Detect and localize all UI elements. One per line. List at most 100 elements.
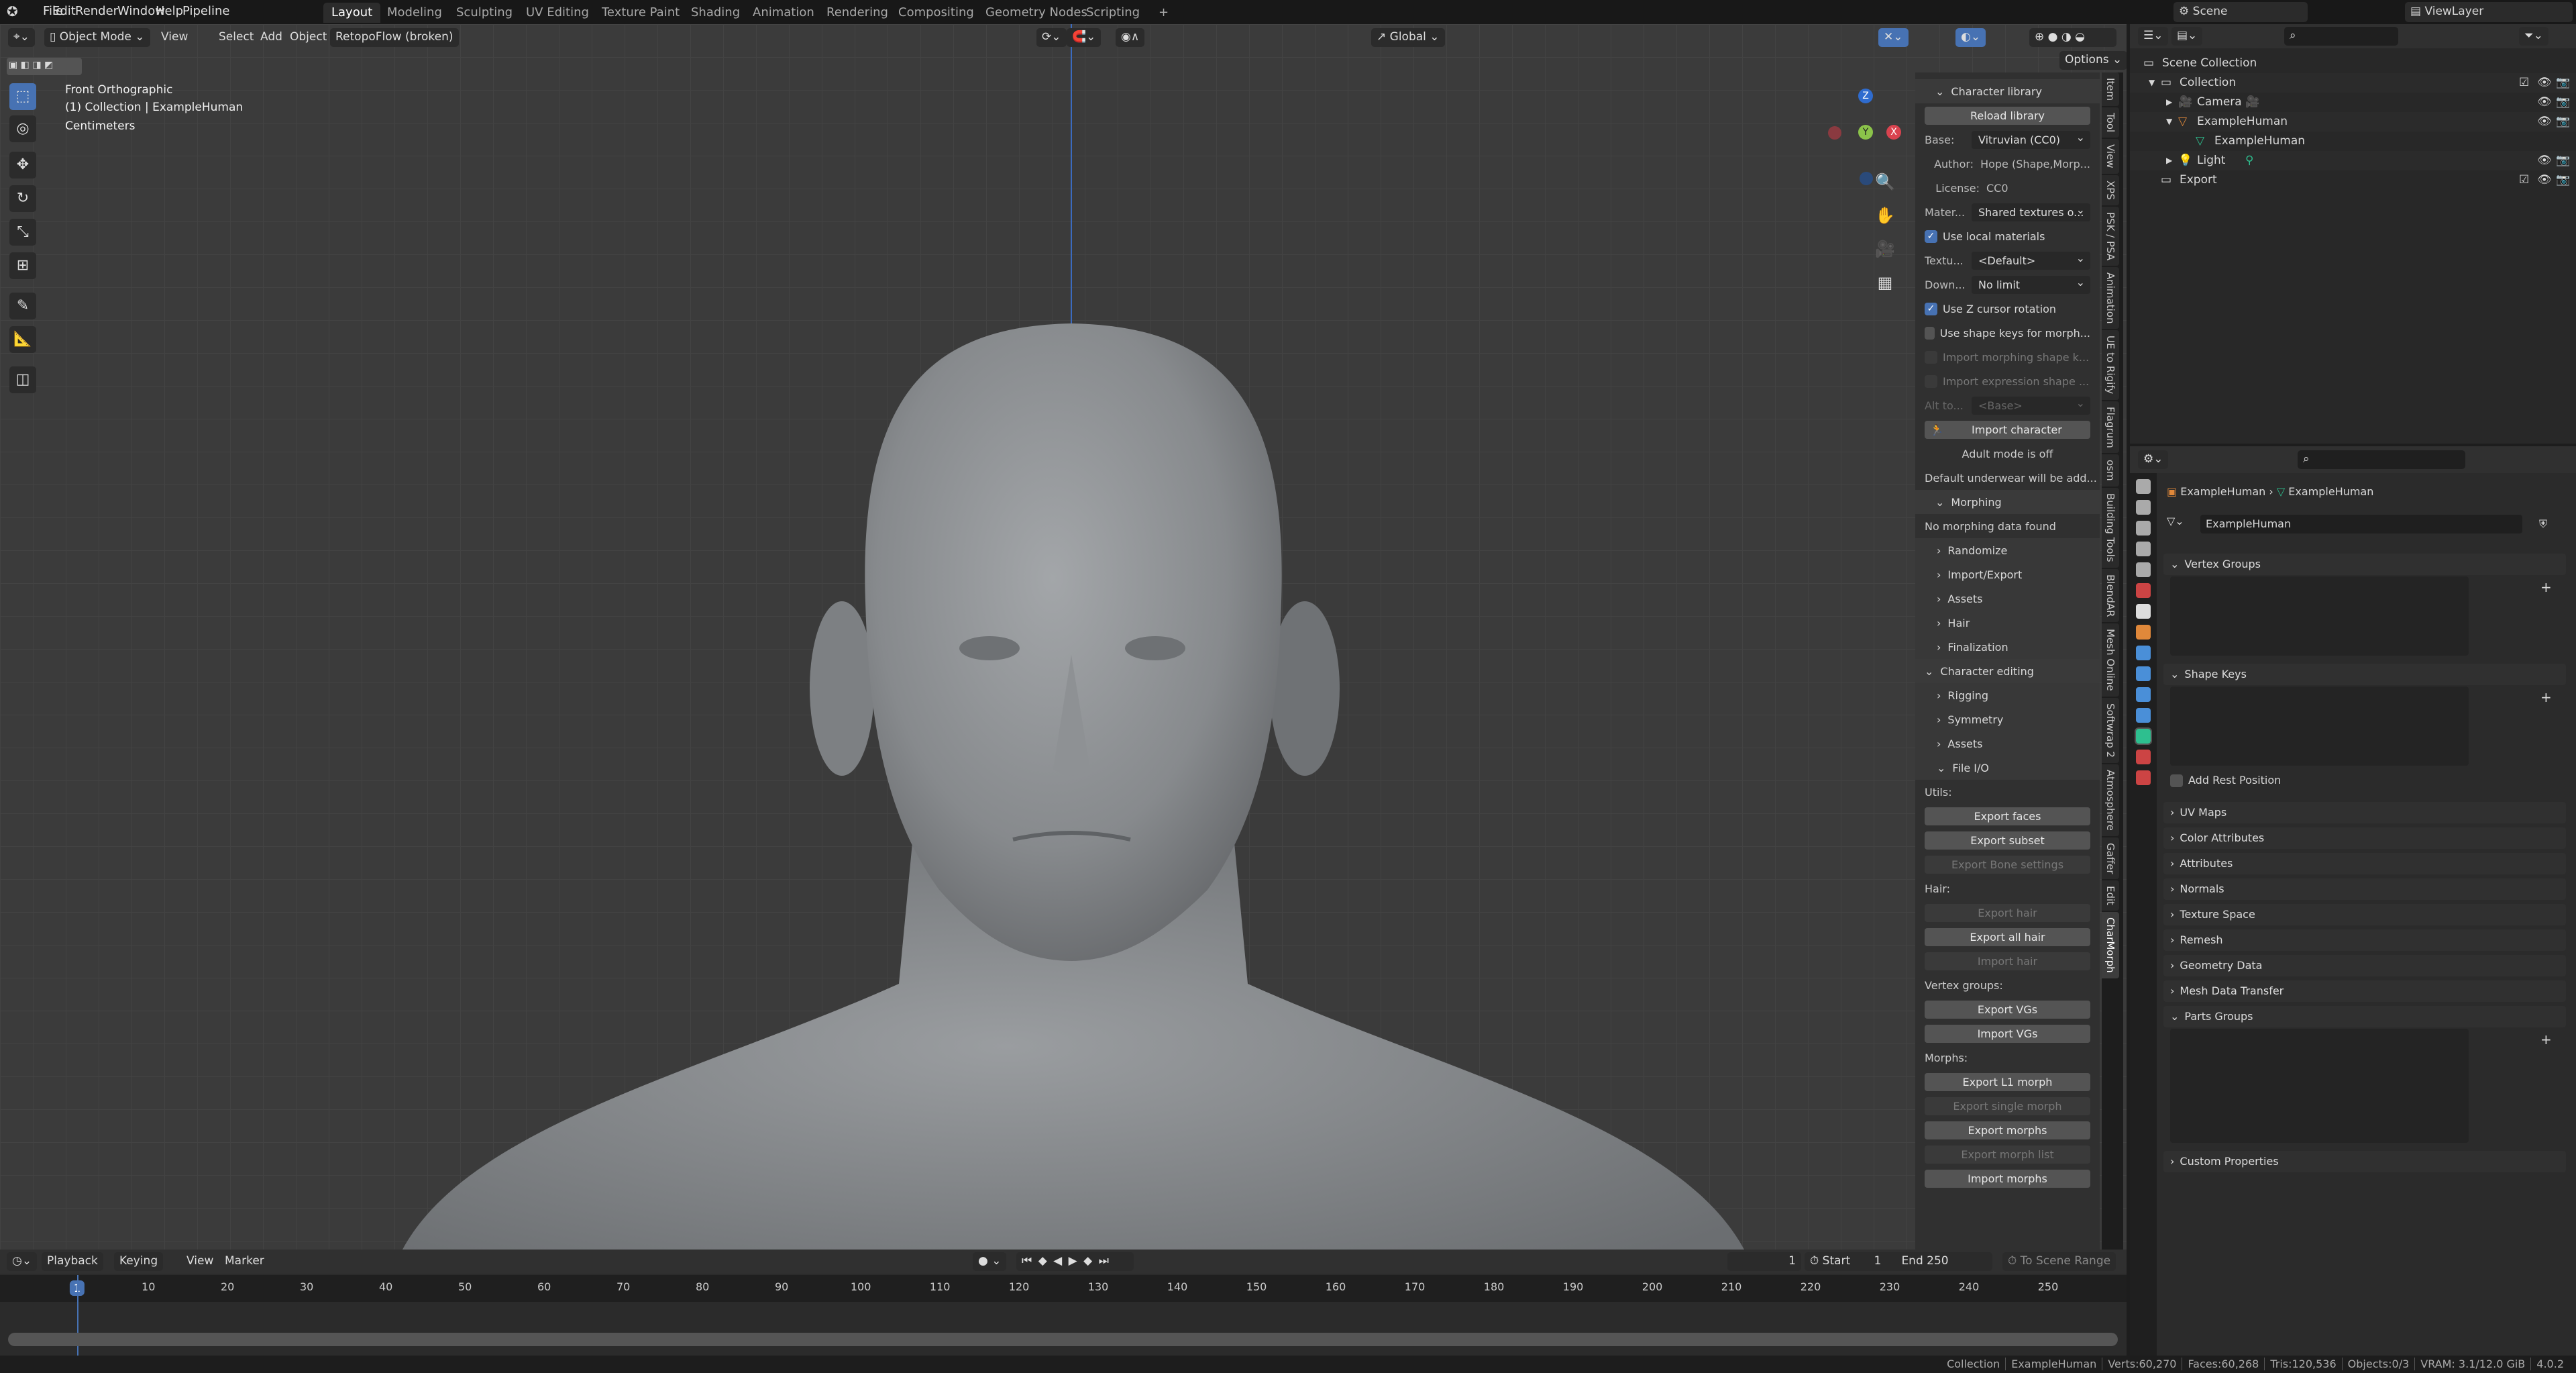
gizmo-neg-z[interactable] xyxy=(1860,172,1873,185)
disclosure-expanded-icon[interactable]: ▼ xyxy=(2166,112,2172,132)
subpanel-rigging[interactable]: › Rigging xyxy=(1915,683,2100,707)
texture-tab-icon[interactable] xyxy=(2136,770,2151,785)
sidebar-tab-softwrap-2[interactable]: Softwrap 2 xyxy=(2102,697,2119,763)
reload-library-button[interactable]: Reload library xyxy=(1925,106,2090,125)
sidebar-tab-item[interactable]: Item xyxy=(2102,72,2119,107)
checkbox[interactable]: ✓ xyxy=(1925,230,1937,243)
tab-animation[interactable]: Animation xyxy=(745,3,822,23)
import-character-button[interactable]: 🏃 Import character xyxy=(1925,420,2090,439)
viewport-menu-select[interactable]: Select xyxy=(213,28,259,47)
panel-header-character-library[interactable]: ⌄ Character library xyxy=(1915,79,2100,103)
timeline-menu-marker[interactable]: Marker xyxy=(219,1252,270,1271)
playback-controls[interactable]: ⏮ ◆ ◀ ▶ ◆ ⏭ xyxy=(1016,1252,1134,1271)
auto-keying-toggle[interactable]: ● ⌄ xyxy=(973,1252,1007,1271)
sidebar-tab-charmorph[interactable]: CharMorph xyxy=(2102,912,2119,978)
object-tab-icon[interactable] xyxy=(2136,625,2151,640)
mesh-data-name-field[interactable]: ExampleHuman xyxy=(2200,515,2522,533)
physics-tab-icon[interactable] xyxy=(2136,687,2151,702)
checkbox[interactable] xyxy=(1925,374,1937,388)
sidebar-tab-tool[interactable]: Tool xyxy=(2102,107,2119,138)
vertex-groups-list[interactable] xyxy=(2170,576,2469,656)
pan-hand-icon[interactable]: ✋ xyxy=(1872,199,1898,232)
mesh-data-selector[interactable]: ▽⌄ ExampleHuman ⛨ xyxy=(2167,515,2556,533)
collection-tab-icon[interactable] xyxy=(2136,604,2151,619)
disclosure-collapsed-icon[interactable]: ▶ xyxy=(2166,93,2172,112)
select-base[interactable]: Vitruvian (CC0) xyxy=(1972,130,2090,149)
checkbox[interactable] xyxy=(1925,326,1935,340)
gizmo-x-axis[interactable]: X xyxy=(1886,125,1901,140)
properties-search-input[interactable]: ⌕ xyxy=(2298,450,2465,469)
proportional-edit-toggle[interactable]: ◉∧ xyxy=(1116,28,1145,47)
section-shape-keys[interactable]: ⌄ Shape Keys xyxy=(2163,664,2566,685)
tool-tab-icon[interactable] xyxy=(2136,479,2151,494)
import-morphs-button[interactable]: Import morphs xyxy=(1925,1169,2090,1188)
timeline-menu-keying[interactable]: Keying xyxy=(114,1252,164,1271)
material-tab-icon[interactable] xyxy=(2136,750,2151,764)
subpanel-file-i-o[interactable]: ⌄ File I/O xyxy=(1915,756,2100,780)
viewport-menu-add[interactable]: Add xyxy=(255,28,288,47)
subpanel-assets[interactable]: › Assets xyxy=(1915,731,2100,756)
subpanel-import-export[interactable]: › Import/Export xyxy=(1915,562,2100,587)
grid-perspective-icon[interactable]: ▦ xyxy=(1872,266,1898,299)
timeline-menu-playback[interactable]: Playback xyxy=(42,1252,103,1271)
tab-shading[interactable]: Shading xyxy=(683,3,748,23)
export-faces-button[interactable]: Export faces xyxy=(1925,807,2090,825)
start-frame-field[interactable]: 1 xyxy=(1874,1254,1882,1268)
render-camera-icon[interactable]: 📷 xyxy=(2556,112,2570,132)
viewport-menu-object[interactable]: Object xyxy=(284,28,332,47)
tab-modeling[interactable]: Modeling xyxy=(379,3,450,23)
gizmo-neg-x[interactable] xyxy=(1828,126,1841,140)
subpanel-finalization[interactable]: › Finalization xyxy=(1915,635,2100,659)
constraints-tab-icon[interactable] xyxy=(2136,708,2151,723)
shape-keys-list[interactable] xyxy=(2170,686,2469,766)
disclosure-collapsed-icon[interactable]: ▶ xyxy=(2166,151,2172,170)
select-textu[interactable]: <Default> xyxy=(1972,251,2090,270)
parts-groups-list[interactable] xyxy=(2170,1029,2469,1143)
tab-texture-paint[interactable]: Texture Paint xyxy=(594,3,688,23)
select-down[interactable]: No limit xyxy=(1972,275,2090,294)
visibility-eye-icon[interactable]: 👁 xyxy=(2537,93,2552,112)
particles-tab-icon[interactable] xyxy=(2136,666,2151,681)
render-camera-icon[interactable]: 📷 xyxy=(2556,73,2570,93)
checkbox[interactable]: ✓ xyxy=(1925,302,1937,315)
properties-editor-type[interactable]: ⚙⌄ xyxy=(2138,450,2169,469)
outliner-item-light[interactable]: ▶ 💡 Light ⚲ 👁 📷 xyxy=(2130,151,2576,170)
export-subset-button[interactable]: Export subset xyxy=(1925,831,2090,850)
frame-ruler[interactable]: 1102030405060708090100110120130140150160… xyxy=(0,1275,2127,1302)
light-data-icon[interactable]: ⚲ xyxy=(2245,151,2253,170)
blender-logo-icon[interactable]: ✪ xyxy=(7,3,18,19)
sidebar-tab-xps[interactable]: XPS xyxy=(2102,174,2119,205)
editor-type-button[interactable]: ⌖⌄ xyxy=(8,28,35,47)
outliner-item-camera[interactable]: ▶ 🎥 Camera 🎥 👁 📷 xyxy=(2130,93,2576,112)
modifiers-tab-icon[interactable] xyxy=(2136,646,2151,660)
menu-render[interactable]: Render xyxy=(75,4,118,18)
render-camera-icon[interactable]: 📷 xyxy=(2556,170,2570,190)
sidebar-tab-animation[interactable]: Animation xyxy=(2102,266,2119,329)
subpanel-hair[interactable]: › Hair xyxy=(1915,611,2100,635)
select-box-tool[interactable]: ⬚ xyxy=(9,83,36,110)
render-camera-icon[interactable]: 📷 xyxy=(2556,93,2570,112)
rotate-tool[interactable]: ↻ xyxy=(9,185,36,212)
panel-header-morphing[interactable]: ⌄ Morphing xyxy=(1915,490,2100,514)
zoom-icon[interactable]: 🔍 xyxy=(1872,165,1898,199)
tab-rendering[interactable]: Rendering xyxy=(818,3,896,23)
sidebar-tab-psk-psa[interactable]: PSK / PSA xyxy=(2102,206,2119,266)
sidebar-tab-building-tools[interactable]: Building Tools xyxy=(2102,487,2119,568)
fake-user-shield-icon[interactable]: ⛨ xyxy=(2539,517,2547,531)
section-vertex-groups[interactable]: ⌄ Vertex Groups xyxy=(2163,554,2566,575)
visibility-eye-icon[interactable]: 👁 xyxy=(2537,112,2552,132)
outliner-item-scene collection[interactable]: ▭ Scene Collection xyxy=(2130,54,2576,73)
export-morphs-button[interactable]: Export morphs xyxy=(1925,1121,2090,1139)
outliner-editor-type[interactable]: ☰⌄ xyxy=(2138,27,2169,46)
subpanel-randomize[interactable]: › Randomize xyxy=(1915,538,2100,562)
section-uv-maps[interactable]: › UV Maps xyxy=(2163,802,2566,823)
select-altto[interactable]: <Base> xyxy=(1972,396,2090,415)
sidebar-tab-blendar[interactable]: BlendAR xyxy=(2102,568,2119,622)
section-normals[interactable]: › Normals xyxy=(2163,878,2566,900)
sidebar-tab-edit[interactable]: Edit xyxy=(2102,880,2119,911)
export-hair-button[interactable]: Export hair xyxy=(1925,903,2090,922)
world-tab-icon[interactable] xyxy=(2136,583,2151,598)
outliner-item-export[interactable]: ▭ Export ☑ 👁 📷 xyxy=(2130,170,2576,190)
import-vgs-button[interactable]: Import VGs xyxy=(1925,1024,2090,1043)
import-hair-button[interactable]: Import hair xyxy=(1925,952,2090,970)
